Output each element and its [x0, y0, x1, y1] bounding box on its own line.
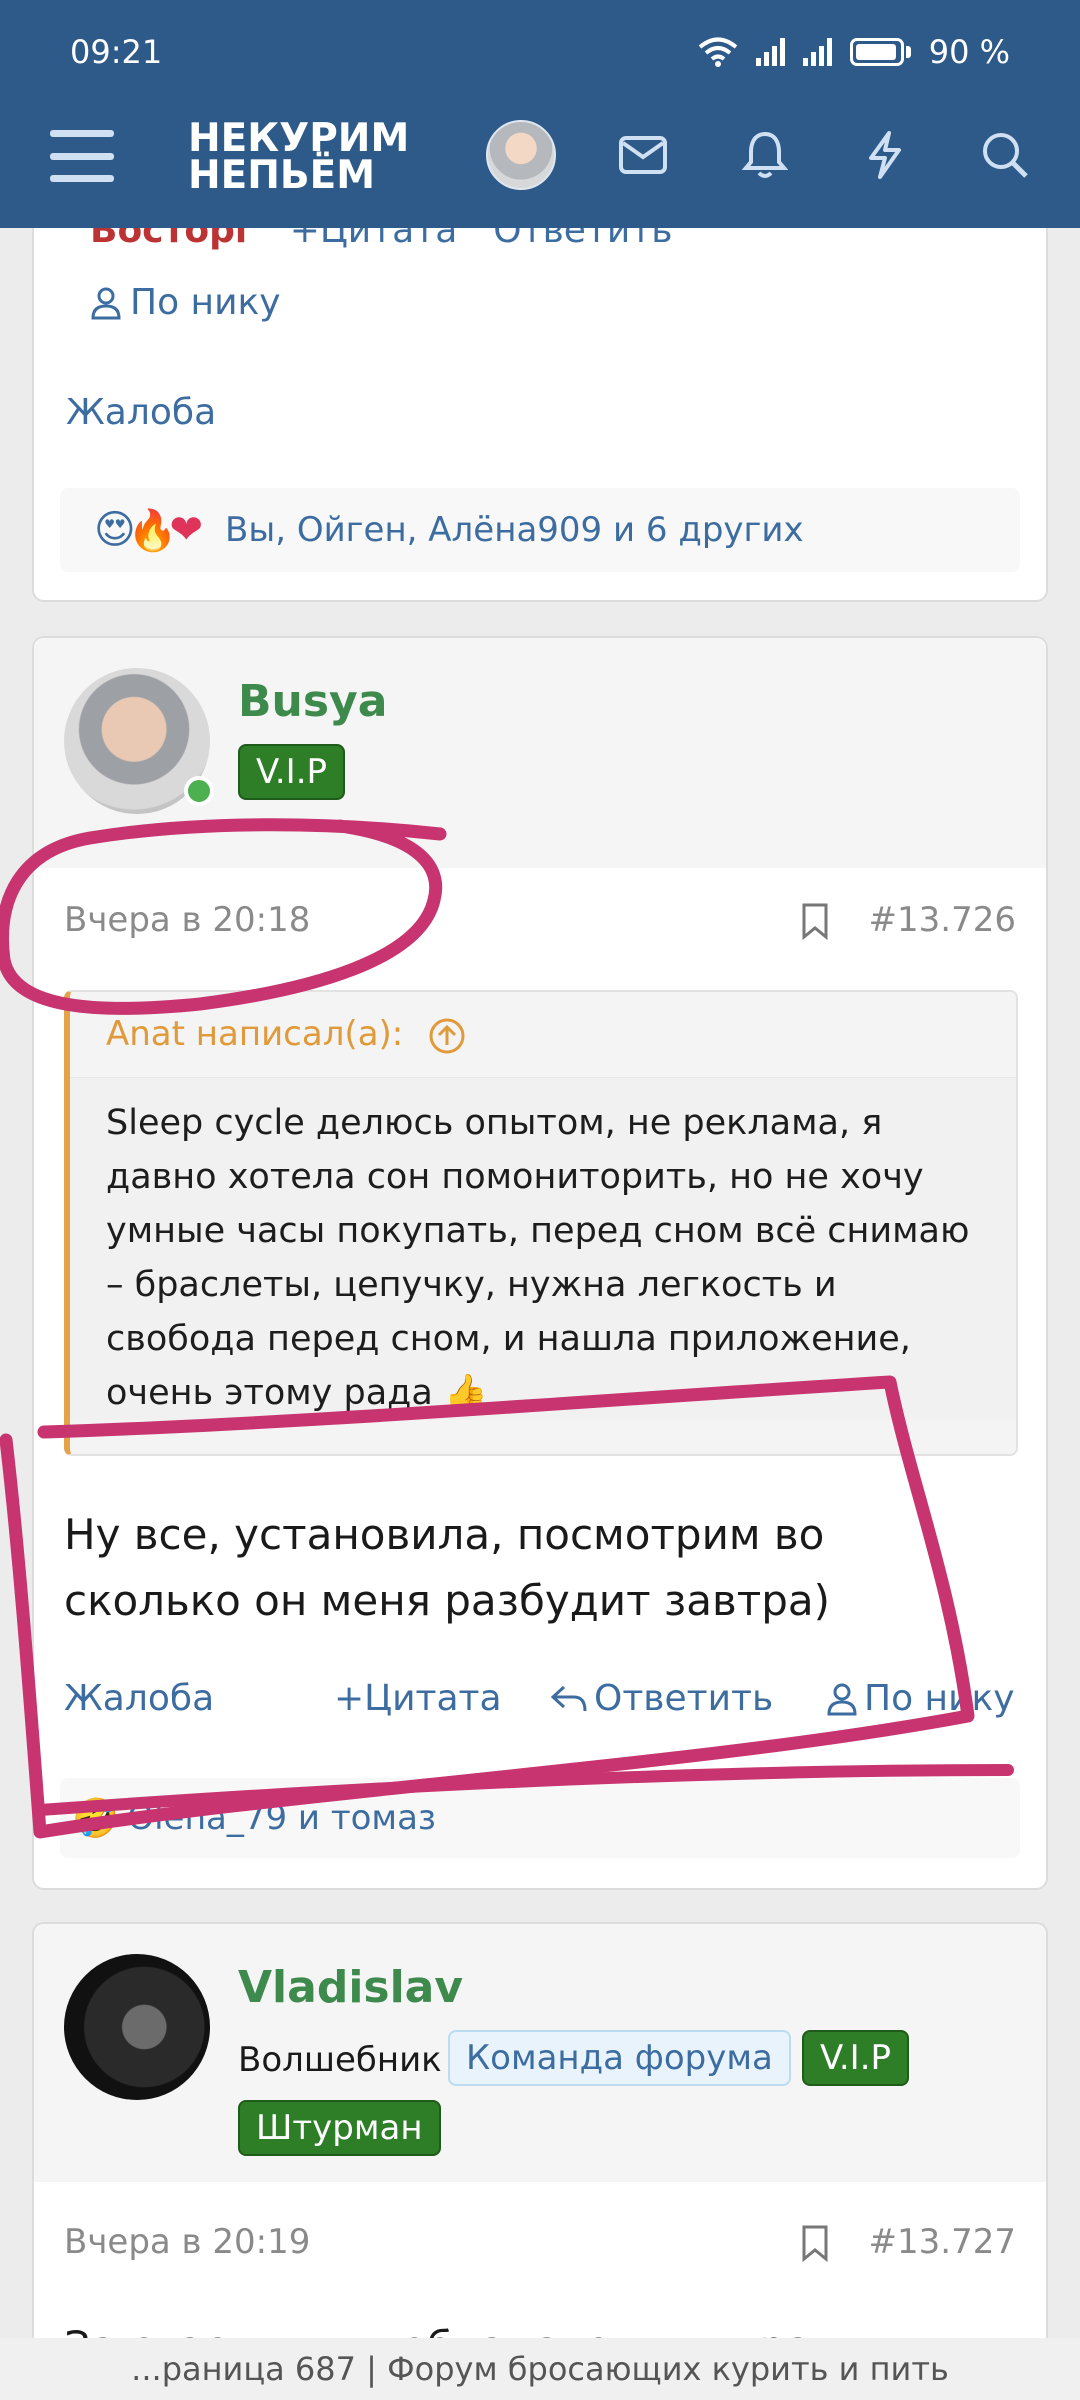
username[interactable]: Vladislav: [238, 1962, 463, 2013]
reply-icon: [550, 1685, 587, 1711]
bell-icon[interactable]: [738, 128, 792, 182]
post-date[interactable]: Вчера в 20:19: [64, 2222, 310, 2262]
by-nick-label: По нику: [864, 1678, 1015, 1719]
laughing-emoji: 🤣: [72, 1795, 120, 1840]
post-user-header: Vladislav Волшебник Команда форума V.I.P…: [34, 1924, 1046, 2182]
logo-line-1: НЕКУРИМ: [188, 116, 410, 161]
vladislav-avatar[interactable]: [64, 1954, 210, 2100]
bookmark-icon[interactable]: [800, 902, 830, 940]
mail-icon[interactable]: [616, 128, 670, 182]
by-nick-button[interactable]: По нику: [90, 282, 281, 323]
post-text: Ну все, установила, посмотрим во сколько…: [64, 1510, 830, 1625]
report-link[interactable]: Жалоба: [64, 1678, 214, 1719]
report-link[interactable]: Жалоба: [66, 392, 216, 433]
bookmark-icon[interactable]: [800, 2224, 830, 2262]
signal-icon-2: [802, 38, 832, 66]
by-nick-label: По нику: [130, 282, 281, 323]
username[interactable]: Busya: [238, 676, 387, 727]
logo-line-2: НЕПЬЁМ: [188, 153, 376, 198]
user-title: Волшебник: [238, 2040, 442, 2080]
post-card-busya: Busya V.I.P Вчера в 20:18 #13.726 Anat н…: [32, 636, 1048, 1890]
reactions-text: Вы, Ойген, Алёна909 и 6 других: [225, 510, 804, 550]
reactions-bar[interactable]: 😍 🔥 ❤ Вы, Ойген, Алёна909 и 6 других: [60, 488, 1020, 572]
vip-badge: V.I.P: [238, 744, 346, 800]
post-date[interactable]: Вчера в 20:18: [64, 900, 310, 940]
lightning-icon[interactable]: [858, 128, 912, 182]
site-logo[interactable]: НЕКУРИМ НЕПЬЁМ: [188, 116, 410, 198]
reactions-text: Olena_79 и томаз: [127, 1798, 436, 1838]
battery-icon: [849, 38, 904, 66]
nav-row: НЕКУРИМ НЕПЬЁМ: [0, 108, 1080, 200]
reply-button[interactable]: Ответить: [550, 1678, 773, 1719]
status-icons: 90 %: [698, 33, 1010, 71]
quote-button[interactable]: +Цитата: [334, 1678, 502, 1719]
reactions-bar[interactable]: 🤣 Olena_79 и томаз: [60, 1778, 1020, 1858]
post-card-vladislav: Vladislav Волшебник Команда форума V.I.P…: [32, 1922, 1048, 2400]
quote-author-label: Anat написал(а):: [106, 1014, 404, 1054]
status-time: 09:21: [70, 33, 163, 71]
quote-text: Sleep cycle делюсь опытом, не реклама, я…: [70, 1077, 1016, 1420]
post-number[interactable]: #13.727: [869, 2222, 1016, 2262]
by-nick-button[interactable]: По нику: [826, 1678, 1015, 1719]
team-badge: Команда форума: [448, 2030, 791, 2086]
post-user-header: Busya V.I.P: [34, 638, 1046, 868]
app-header: 09:21 90 % НЕКУРИМ НЕПЬЁМ: [0, 0, 1080, 228]
battery-tip: [905, 46, 911, 58]
reaction-emojis: 😍 🔥 ❤: [94, 507, 203, 554]
heart-emoji: ❤: [169, 506, 204, 553]
status-bar: 09:21 90 %: [70, 30, 1010, 74]
quote-block: Anat написал(а): Sleep cycle делюсь опыт…: [64, 990, 1018, 1456]
user-icon: [827, 1683, 857, 1715]
battery-level: 90 %: [928, 33, 1010, 71]
thumbs-up-emoji: 👍: [443, 1372, 488, 1413]
page-title-bar: ...раница 687 | Форум бросающих курить и…: [0, 2338, 1080, 2400]
search-icon[interactable]: [978, 128, 1032, 182]
user-icon: [91, 287, 121, 319]
signal-icon: [755, 38, 785, 66]
quote-text-content: Sleep cycle делюсь опытом, не реклама, я…: [106, 1102, 970, 1413]
menu-icon[interactable]: [50, 130, 114, 182]
reply-label: Ответить: [594, 1678, 774, 1719]
vip-badge: V.I.P: [802, 2030, 910, 2086]
user-avatar[interactable]: [486, 120, 556, 190]
arrow-up-circle-icon[interactable]: [428, 1017, 466, 1055]
post-number[interactable]: #13.726: [869, 900, 1016, 940]
wifi-icon: [698, 37, 737, 67]
navigator-badge: Штурман: [238, 2100, 441, 2156]
online-indicator: [184, 776, 214, 806]
quote-label: Цитата: [364, 1678, 502, 1719]
quote-author[interactable]: Anat написал(а):: [70, 992, 1016, 1078]
